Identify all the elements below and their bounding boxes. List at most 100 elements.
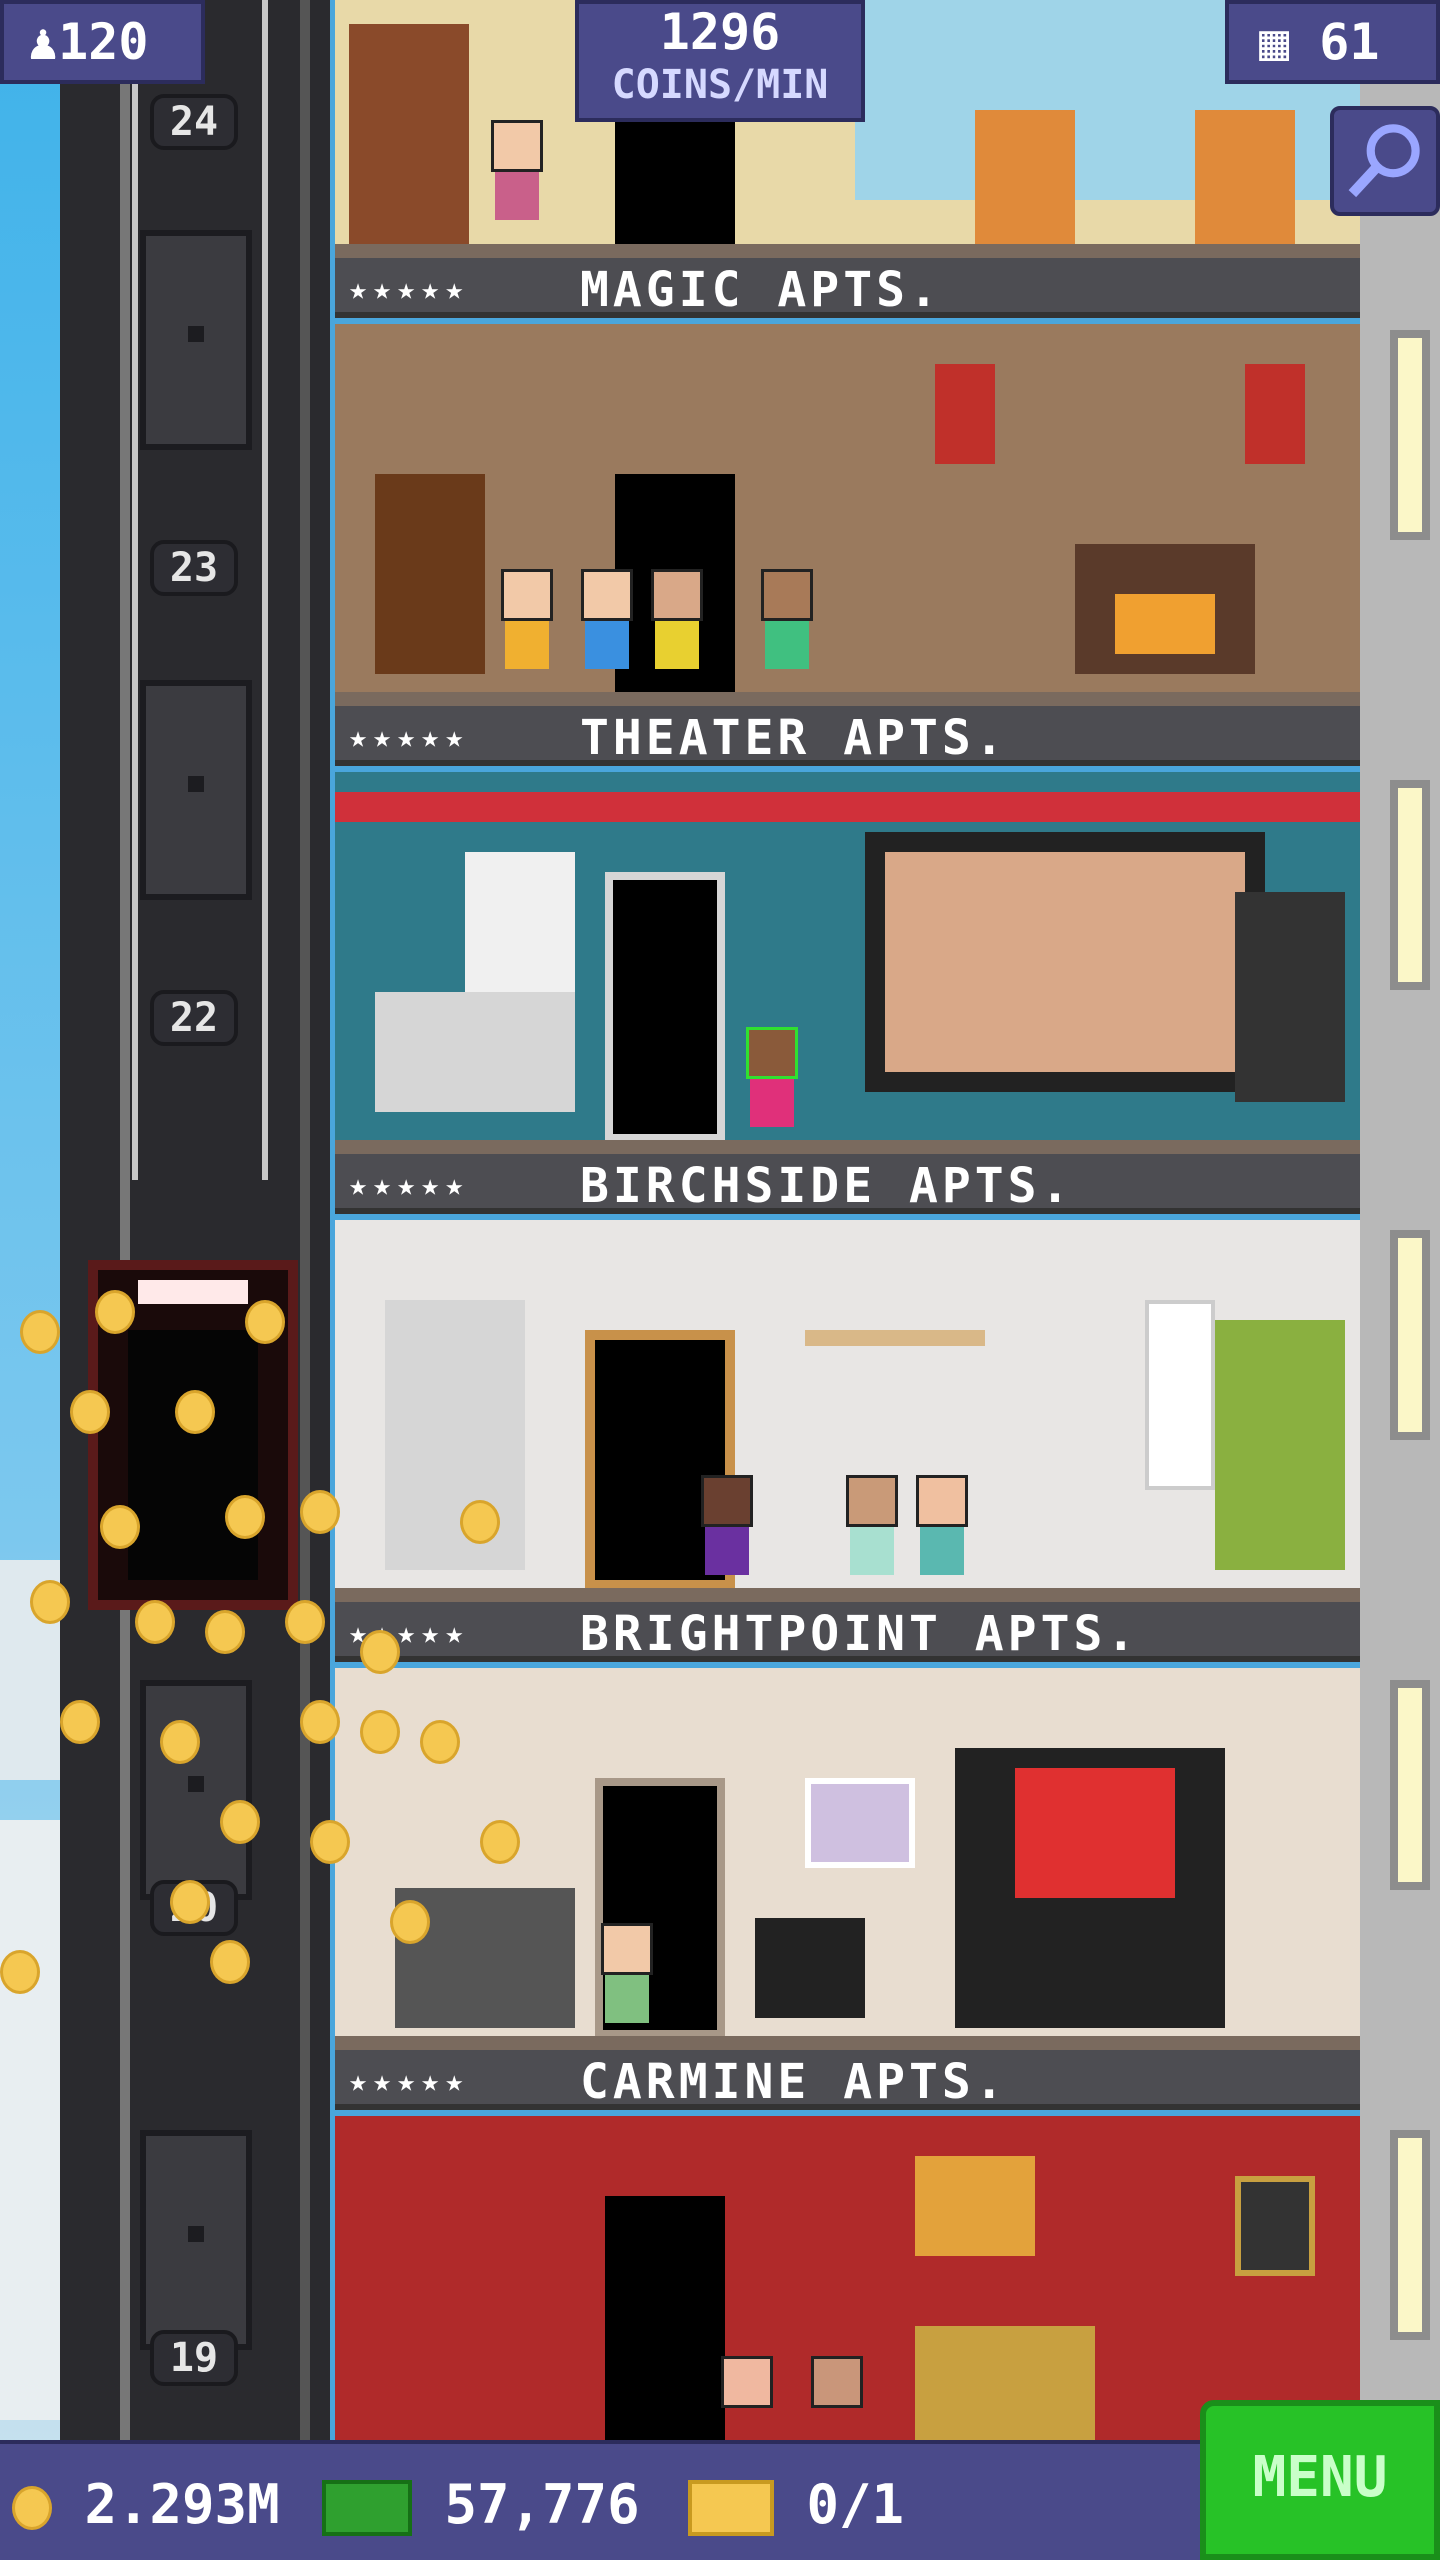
resident-character[interactable] (495, 569, 559, 679)
sofa (375, 992, 575, 1112)
floor-number-label: 24 (150, 94, 238, 150)
resident-head (746, 1027, 798, 1079)
star-rating-icons: ★★★★★ (349, 720, 470, 755)
coin-icon[interactable] (170, 1880, 210, 1924)
banner (1245, 364, 1305, 464)
armchair (975, 110, 1075, 250)
population-counter[interactable]: ♟120 (0, 0, 205, 84)
resident-character[interactable] (840, 1475, 904, 1585)
bux-icon (322, 2480, 412, 2537)
resident-character[interactable] (595, 1923, 659, 2033)
shaft-rail (300, 0, 310, 2440)
building-icon: ▦ (1259, 13, 1320, 71)
floor-ground (335, 1140, 1360, 1154)
shaft-block (140, 2130, 252, 2350)
elevator-cable (132, 0, 138, 1180)
resident-body (850, 1527, 894, 1575)
star-rating-icons: ★★★★★ (349, 272, 470, 307)
coin-icon[interactable] (100, 1505, 140, 1549)
bux-value: 57,776 (444, 2473, 640, 2536)
ticket-icon (688, 2480, 774, 2537)
star-rating-icons: ★★★★★ (349, 1168, 470, 1203)
resident-character[interactable] (695, 1475, 759, 1585)
shaft-rail (120, 0, 130, 2440)
coin-icon (12, 2486, 52, 2531)
coins-counter[interactable]: 2.293M (12, 2472, 280, 2538)
menu-button[interactable]: MENU (1200, 2400, 1440, 2560)
floor-ground (335, 2036, 1360, 2050)
resident-character[interactable] (575, 569, 639, 679)
coin-icon[interactable] (245, 1300, 285, 1344)
resident-head (581, 569, 633, 621)
resident-character[interactable] (715, 2356, 779, 2440)
resident-head (811, 2356, 863, 2408)
coin-icon[interactable] (175, 1390, 215, 1434)
resident-body (505, 621, 549, 669)
coin-icon[interactable] (420, 1720, 460, 1764)
coin-icon[interactable] (300, 1490, 340, 1534)
coin-icon[interactable] (0, 1950, 40, 1994)
floor-count-value: 61 (1319, 13, 1380, 71)
coin-icon[interactable] (480, 1820, 520, 1864)
tickets-counter[interactable]: 0/1 (688, 2472, 904, 2538)
room-interior (335, 2116, 1360, 2440)
floor-sign: ★★★★★ BIRCHSIDE APTS. (335, 1154, 1360, 1214)
coin-icon[interactable] (390, 1900, 430, 1944)
bux-counter[interactable]: 57,776 (322, 2472, 640, 2538)
resident-head (491, 120, 543, 172)
resident-head (761, 569, 813, 621)
floor-count-panel[interactable]: ▦ 61 (1225, 0, 1440, 84)
coin-icon[interactable] (60, 1700, 100, 1744)
elevator-interior (128, 1330, 258, 1580)
floor-name: BIRCHSIDE APTS. (580, 1158, 1074, 1214)
coin-icon[interactable] (285, 1600, 325, 1644)
resident-character[interactable] (755, 569, 819, 679)
coin-icon[interactable] (210, 1940, 250, 1984)
floor-carmine-apts[interactable]: ★★★★★ CARMINE APTS. (335, 2050, 1360, 2440)
resident-head (721, 2356, 773, 2408)
room-door (605, 2196, 725, 2440)
resident-character[interactable] (910, 1475, 974, 1585)
coin-icon[interactable] (20, 1310, 60, 1354)
floor-ground (335, 244, 1360, 258)
coin-icon[interactable] (160, 1720, 200, 1764)
resident-character[interactable] (805, 2356, 869, 2440)
coins-per-minute-panel: 1296 COINS/MIN (575, 0, 865, 122)
coin-icon[interactable] (225, 1495, 265, 1539)
zoom-button[interactable] (1330, 106, 1440, 216)
floor-magic-apts[interactable]: ★★★★★ MAGIC APTS. (335, 258, 1360, 706)
coin-icon[interactable] (360, 1630, 400, 1674)
coin-icon[interactable] (205, 1610, 245, 1654)
resident-body (920, 1527, 964, 1575)
coin-icon[interactable] (300, 1700, 340, 1744)
window-blind (1145, 1300, 1215, 1490)
resident-character[interactable] (645, 569, 709, 679)
floor-theater-apts[interactable]: ★★★★★ THEATER APTS. (335, 706, 1360, 1154)
wall-picture (805, 1778, 915, 1868)
room-door (605, 872, 725, 1142)
coin-icon[interactable] (70, 1390, 110, 1434)
coin-icon[interactable] (310, 1820, 350, 1864)
coin-icon[interactable] (460, 1500, 500, 1544)
coin-icon[interactable] (360, 1710, 400, 1754)
resident-character[interactable] (485, 120, 549, 230)
resident-head (601, 1923, 653, 1975)
exterior-window (1390, 780, 1430, 990)
floor-number-label: 22 (150, 990, 238, 1046)
elevator-light (138, 1280, 248, 1304)
bed (915, 2326, 1095, 2440)
coin-icon[interactable] (220, 1800, 260, 1844)
resident-character[interactable] (740, 1027, 804, 1137)
coin-icon[interactable] (95, 1290, 135, 1334)
shaft-block (140, 1680, 252, 1900)
cloud (0, 1820, 60, 2420)
coin-icon[interactable] (135, 1600, 175, 1644)
coins-per-minute-value: 1296 (659, 3, 781, 61)
elevator-cable (262, 0, 268, 1180)
population-value: 120 (58, 13, 149, 71)
coin-icon[interactable] (30, 1580, 70, 1624)
shelf (805, 1330, 985, 1346)
resident-body (705, 1527, 749, 1575)
shaft-block (140, 680, 252, 900)
plant (1215, 1320, 1345, 1570)
